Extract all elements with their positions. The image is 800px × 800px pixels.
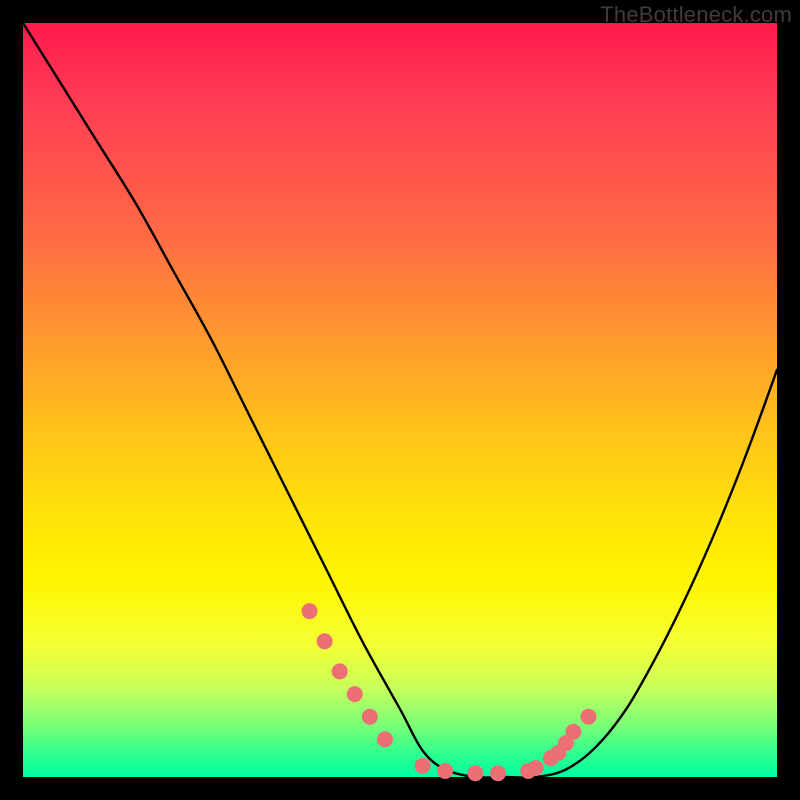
highlight-dot	[302, 603, 318, 619]
highlight-dot	[362, 709, 378, 725]
highlight-dot	[317, 633, 333, 649]
highlight-dot	[467, 765, 483, 781]
curve-layer	[23, 23, 777, 777]
highlight-dot	[528, 760, 544, 776]
plot-area	[23, 23, 777, 777]
highlight-dot	[415, 758, 431, 774]
highlight-dot	[565, 724, 581, 740]
bottleneck-curve	[23, 23, 777, 778]
highlight-dot	[332, 663, 348, 679]
highlight-dot	[490, 765, 506, 781]
watermark-text: TheBottleneck.com	[600, 2, 792, 28]
highlight-dot	[581, 709, 597, 725]
chart-frame: TheBottleneck.com	[0, 0, 800, 800]
highlight-dot	[377, 731, 393, 747]
highlight-dot	[347, 686, 363, 702]
highlight-dots	[302, 603, 597, 781]
highlight-dot	[437, 763, 453, 779]
